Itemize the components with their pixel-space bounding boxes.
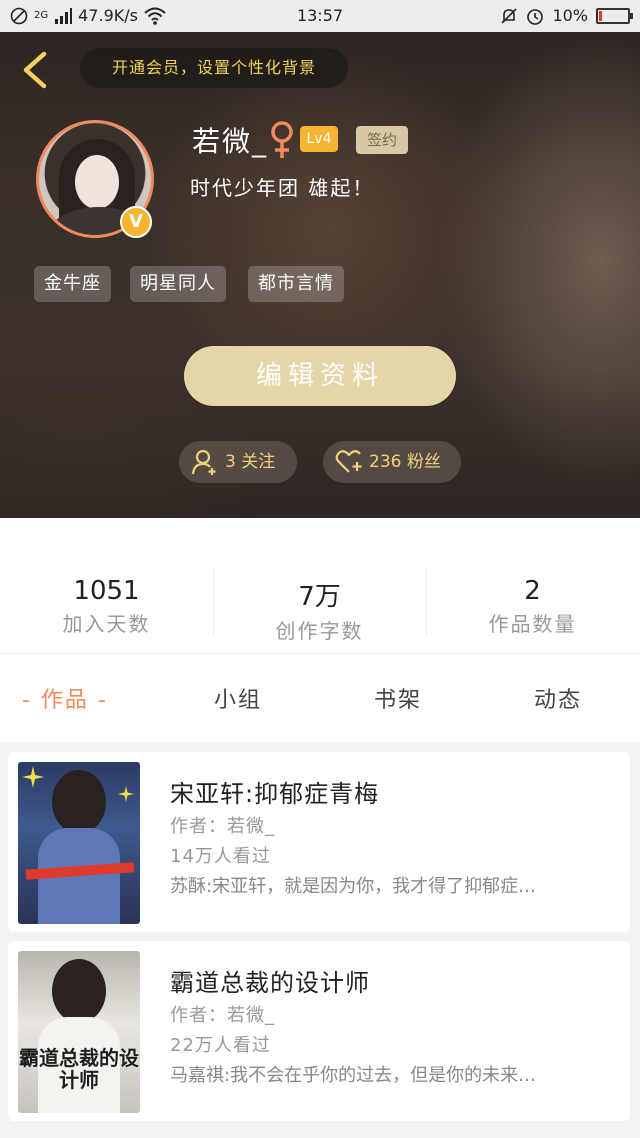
following-count: 3 关注: [225, 452, 276, 472]
work-description: 马嘉祺:我不会在乎你的过去，但是你的未来…: [170, 1065, 537, 1086]
battery-level: [599, 10, 602, 21]
stat-value: 1051: [73, 576, 140, 606]
followers-button[interactable]: 236 粉丝: [323, 441, 461, 483]
tag-genre-romance: 都市言情: [248, 266, 344, 302]
avatar-face: [75, 155, 119, 209]
stat-value: 7万: [298, 582, 341, 612]
edit-profile-button[interactable]: 编辑资料: [184, 346, 456, 406]
followers-count: 236 粉丝: [369, 452, 441, 472]
add-user-icon: [191, 449, 216, 475]
work-title: 霸道总裁的设计师: [170, 969, 370, 997]
tab-group[interactable]: 小组: [214, 682, 262, 714]
alarm-icon: [527, 8, 544, 25]
signed-badge: 签约: [356, 126, 408, 154]
tab-activity[interactable]: 动态: [534, 682, 582, 714]
cover-figure-head: [52, 770, 106, 834]
book-cover: 霸道总裁的设计师: [18, 951, 140, 1113]
vip-background-banner[interactable]: 开通会员，设置个性化背景: [80, 48, 348, 88]
battery-text: 10%: [552, 6, 588, 25]
star-icon: [22, 766, 44, 788]
female-icon: [271, 121, 293, 158]
following-button[interactable]: 3 关注: [179, 441, 297, 483]
stat-label: 作品数量: [488, 612, 577, 636]
work-author: 作者：若微_: [170, 1005, 275, 1026]
stat-words-written: 7万 创作字数: [213, 576, 426, 644]
work-views: 14万人看过: [170, 846, 271, 867]
battery-icon: [596, 7, 633, 24]
cover-title-text: 霸道总裁的设计师: [19, 1046, 139, 1092]
profile-tabs: - 作品 - 小组 书架 动态: [0, 654, 640, 742]
profile-header: 2G 47.9K/s 13:57 10% 开通会员，设置个性化背景 V 若微_ …: [0, 0, 640, 518]
tag-genre-fanfic: 明星同人: [130, 266, 226, 302]
stat-label: 创作字数: [275, 619, 364, 643]
tab-works[interactable]: - 作品 -: [22, 682, 108, 714]
muted-bell-icon: [501, 7, 518, 24]
work-card[interactable]: 霸道总裁的设计师 霸道总裁的设计师 作者：若微_ 22万人看过 马嘉祺:我不会在…: [8, 941, 630, 1121]
back-arrow-icon[interactable]: [18, 50, 50, 90]
tag-zodiac: 金牛座: [34, 266, 111, 302]
book-cover: [18, 762, 140, 924]
works-list: 宋亚轩:抑郁症青梅 作者：若微_ 14万人看过 苏酥:宋亚轩，就是因为你，我才得…: [0, 742, 640, 1138]
work-card[interactable]: 宋亚轩:抑郁症青梅 作者：若微_ 14万人看过 苏酥:宋亚轩，就是因为你，我才得…: [8, 752, 630, 932]
work-views: 22万人看过: [170, 1035, 271, 1056]
verified-badge: V: [120, 206, 152, 238]
star-icon: [118, 786, 134, 802]
status-right: 10%: [500, 6, 633, 25]
work-description: 苏酥:宋亚轩，就是因为你，我才得了抑郁症…: [170, 876, 537, 897]
user-signature: 时代少年团 雄起！: [190, 176, 375, 200]
stat-works-count: 2 作品数量: [426, 576, 639, 637]
work-title: 宋亚轩:抑郁症青梅: [170, 780, 380, 808]
level-badge: Lv4: [300, 126, 338, 152]
stat-days-joined: 1051 加入天数: [0, 576, 213, 637]
work-author: 作者：若微_: [170, 816, 275, 837]
stats-panel: 1051 加入天数 7万 创作字数 2 作品数量: [0, 518, 640, 654]
tab-bookshelf[interactable]: 书架: [374, 682, 422, 714]
cover-figure-head: [52, 959, 106, 1023]
heart-plus-icon: [335, 450, 362, 473]
status-bar: 2G 47.9K/s 13:57 10%: [0, 0, 640, 32]
username: 若微_: [192, 125, 269, 158]
stat-label: 加入天数: [62, 612, 151, 636]
stat-value: 2: [524, 576, 541, 606]
